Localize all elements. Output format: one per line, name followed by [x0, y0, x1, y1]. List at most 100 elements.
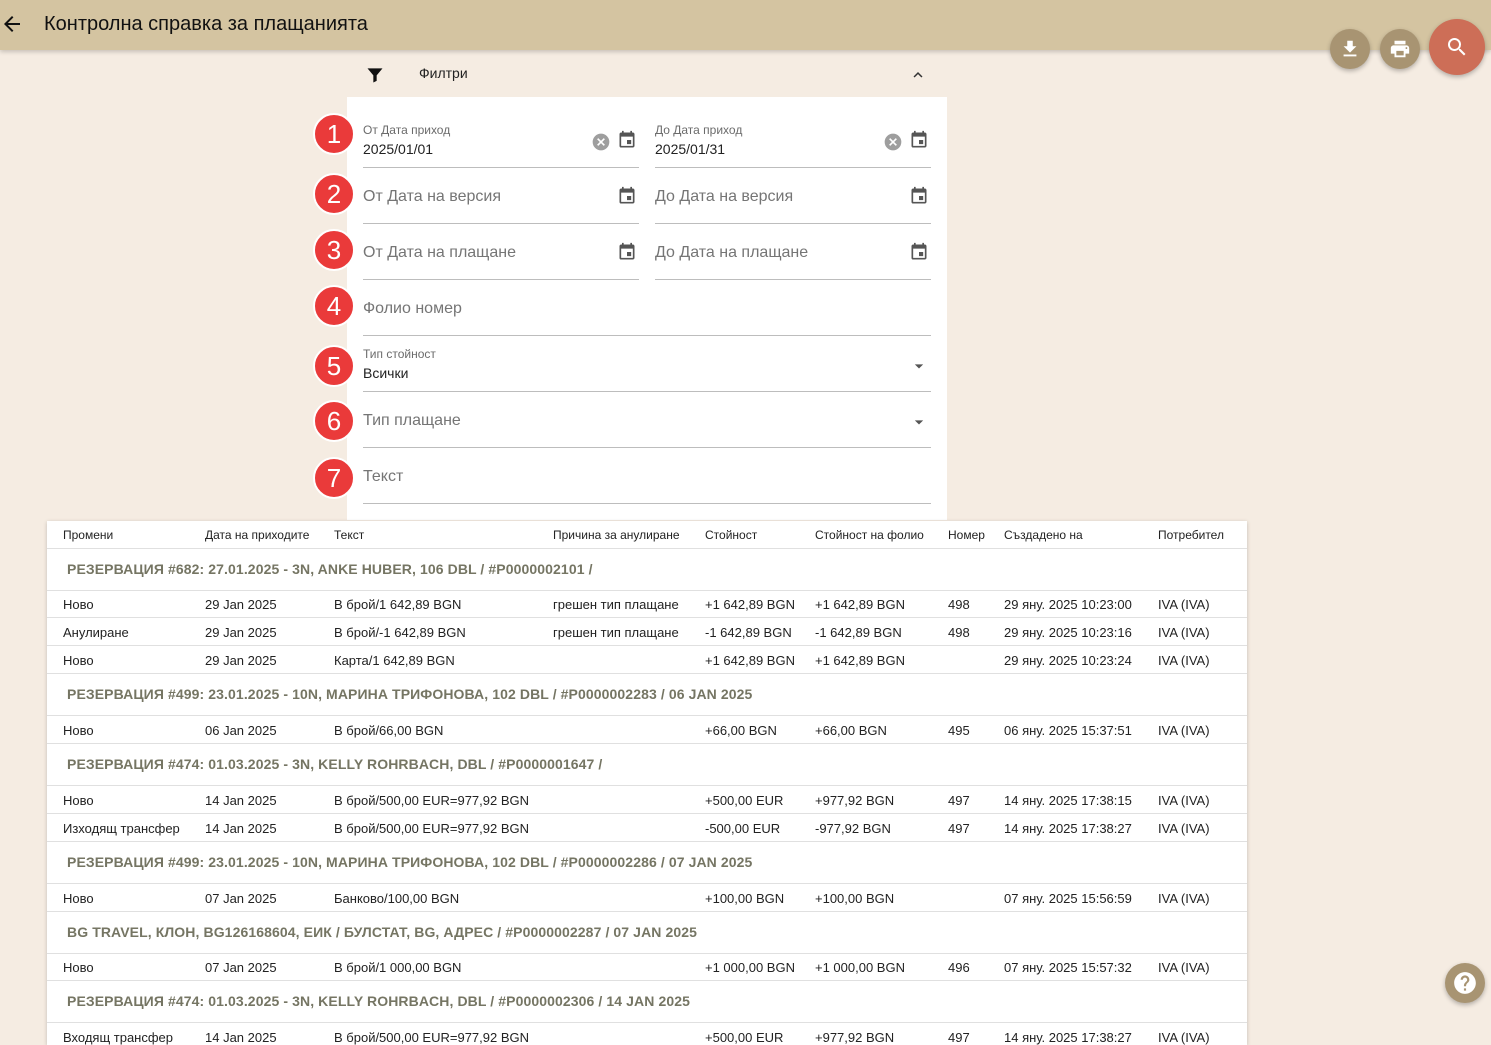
version-to-placeholder: До Дата на версия — [655, 188, 794, 205]
cell-text: В брой/500,00 EUR=977,92 BGN — [334, 1030, 530, 1045]
table-row[interactable]: Ново 07 Jan 2025 В брой/1 000,00 BGN +1 … — [47, 953, 1247, 981]
clear-icon[interactable] — [591, 132, 611, 152]
cell-date: 29 Jan 2025 — [205, 597, 277, 612]
table-row[interactable]: Входящ трансфер 14 Jan 2025 В брой/500,0… — [47, 1023, 1247, 1045]
table-header: Промени Дата на приходите Текст Причина … — [47, 521, 1247, 549]
filter-icon — [367, 68, 383, 83]
cell-change: Ново — [63, 891, 94, 906]
group-row[interactable]: РЕЗЕРВАЦИЯ #682: 27.01.2025 - 3N, ANKE H… — [47, 549, 1247, 591]
cell-value: +100,00 BGN — [705, 891, 785, 906]
print-button[interactable] — [1380, 29, 1420, 69]
cell-folio-value: +977,92 BGN — [815, 1030, 895, 1045]
text-field[interactable]: Текст — [363, 448, 931, 504]
group-row[interactable]: РЕЗЕРВАЦИЯ #499: 23.01.2025 - 10N, МАРИН… — [47, 842, 1247, 884]
calendar-icon[interactable] — [617, 186, 637, 206]
help-icon — [1454, 972, 1476, 994]
cell-value: -500,00 EUR — [705, 821, 781, 836]
dropdown-arrow-icon — [914, 364, 924, 369]
clear-icon[interactable] — [883, 132, 903, 152]
step-marker-5: 5 — [313, 345, 355, 387]
date-income-from-label: От Дата приход — [363, 123, 451, 137]
cell-text: В брой/500,00 EUR=977,92 BGN — [334, 793, 530, 808]
column-header[interactable]: Промени — [63, 528, 113, 542]
table-row[interactable]: Анулиране 29 Jan 2025 В брой/-1 642,89 B… — [47, 618, 1247, 646]
calendar-icon[interactable] — [617, 242, 637, 262]
filters-header[interactable]: Филтри — [347, 52, 947, 96]
cell-reason: грешен тип плащане — [553, 625, 679, 640]
calendar-icon[interactable] — [617, 130, 637, 150]
group-title: РЕЗЕРВАЦИЯ #499: 23.01.2025 - 10N, МАРИН… — [67, 854, 753, 870]
download-button[interactable] — [1330, 29, 1370, 69]
step-marker-3: 3 — [313, 229, 355, 271]
search-button[interactable] — [1429, 19, 1485, 75]
version-from-placeholder: От Дата на версия — [363, 188, 501, 205]
table-row[interactable]: Ново 14 Jan 2025 В брой/500,00 EUR=977,9… — [47, 786, 1247, 814]
column-header[interactable]: Потребител — [1158, 528, 1224, 542]
table-row[interactable]: Ново 06 Jan 2025 В брой/66,00 BGN +66,00… — [47, 716, 1247, 744]
value-type-select[interactable]: Тип стойност Всички — [363, 336, 931, 392]
cell-date: 14 Jan 2025 — [205, 793, 277, 808]
column-header[interactable]: Текст — [334, 528, 364, 542]
calendar-icon[interactable] — [909, 186, 929, 206]
cell-user: IVA (IVA) — [1158, 891, 1210, 906]
column-header[interactable]: Стойност — [705, 528, 757, 542]
calendar-icon[interactable] — [909, 242, 929, 262]
cell-created: 29 яну. 2025 10:23:00 — [1004, 597, 1132, 612]
app-bar: Контролна справка за плащанията — [0, 0, 1491, 50]
table-row[interactable]: Ново 07 Jan 2025 Банково/100,00 BGN +100… — [47, 884, 1247, 912]
cell-date: 29 Jan 2025 — [205, 625, 277, 640]
payment-to-placeholder: До Дата на плащане — [655, 244, 809, 261]
chevron-up-icon[interactable] — [909, 66, 927, 84]
cell-change: Ново — [63, 960, 94, 975]
column-header[interactable]: Дата на приходите — [205, 528, 309, 542]
cell-value: +66,00 BGN — [705, 723, 777, 738]
cell-folio-value: +1 642,89 BGN — [815, 653, 905, 668]
calendar-icon[interactable] — [909, 130, 929, 150]
group-row[interactable]: РЕЗЕРВАЦИЯ #474: 01.03.2025 - 3N, KELLY … — [47, 981, 1247, 1023]
download-icon — [1343, 40, 1357, 57]
cell-date: 07 Jan 2025 — [205, 960, 277, 975]
cell-number: 496 — [948, 960, 970, 975]
column-header[interactable]: Стойност на фолио — [815, 528, 924, 542]
column-header[interactable]: Създадено на — [1004, 528, 1083, 542]
group-row[interactable]: РЕЗЕРВАЦИЯ #499: 23.01.2025 - 10N, МАРИН… — [47, 674, 1247, 716]
cell-change: Анулиране — [63, 625, 129, 640]
group-row[interactable]: РЕЗЕРВАЦИЯ #474: 01.03.2025 - 3N, KELLY … — [47, 744, 1247, 786]
column-header[interactable]: Причина за анулиране — [553, 528, 680, 542]
table-row[interactable]: Изходящ трансфер 14 Jan 2025 В брой/500,… — [47, 814, 1247, 842]
date-income-from-field[interactable]: От Дата приход 2025/01/01 — [363, 112, 639, 168]
cell-folio-value: +100,00 BGN — [815, 891, 895, 906]
date-income-to-field[interactable]: До Дата приход 2025/01/31 — [655, 112, 931, 168]
date-income-from-value: 2025/01/01 — [363, 141, 434, 157]
cell-number: 497 — [948, 793, 970, 808]
cell-change: Ново — [63, 723, 94, 738]
cell-change: Ново — [63, 793, 94, 808]
payment-to-field[interactable]: До Дата на плащане — [655, 224, 931, 280]
column-header[interactable]: Номер — [948, 528, 985, 542]
step-marker-6: 6 — [313, 400, 355, 442]
group-title: РЕЗЕРВАЦИЯ #499: 23.01.2025 - 10N, МАРИН… — [67, 686, 753, 702]
payment-type-select[interactable]: Тип плащане — [363, 392, 931, 448]
cell-created: 07 яну. 2025 15:56:59 — [1004, 891, 1132, 906]
search-icon — [1448, 38, 1466, 56]
cell-date: 06 Jan 2025 — [205, 723, 277, 738]
version-to-field[interactable]: До Дата на версия — [655, 168, 931, 224]
folio-number-field[interactable]: Фолио номер — [363, 280, 931, 336]
cell-user: IVA (IVA) — [1158, 960, 1210, 975]
cell-text: Карта/1 642,89 BGN — [334, 653, 455, 668]
group-row[interactable]: BG TRAVEL, КЛОН, BG126168604, ЕИК / БУЛС… — [47, 912, 1247, 954]
step-marker-1: 1 — [313, 113, 355, 155]
payment-from-placeholder: От Дата на плащане — [363, 244, 516, 261]
folio-number-placeholder: Фолио номер — [363, 300, 462, 317]
table-row[interactable]: Ново 29 Jan 2025 Карта/1 642,89 BGN +1 6… — [47, 646, 1247, 674]
back-arrow-icon[interactable] — [0, 12, 24, 36]
version-from-field[interactable]: От Дата на версия — [363, 168, 639, 224]
cell-text: В брой/1 642,89 BGN — [334, 597, 462, 612]
cell-created: 14 яну. 2025 17:38:15 — [1004, 793, 1132, 808]
help-button[interactable] — [1445, 963, 1485, 1003]
cell-number: 497 — [948, 821, 970, 836]
cell-folio-value: +66,00 BGN — [815, 723, 887, 738]
table-row[interactable]: Ново 29 Jan 2025 В брой/1 642,89 BGN гре… — [47, 590, 1247, 618]
group-title: РЕЗЕРВАЦИЯ #474: 01.03.2025 - 3N, KELLY … — [67, 756, 603, 772]
payment-from-field[interactable]: От Дата на плащане — [363, 224, 639, 280]
